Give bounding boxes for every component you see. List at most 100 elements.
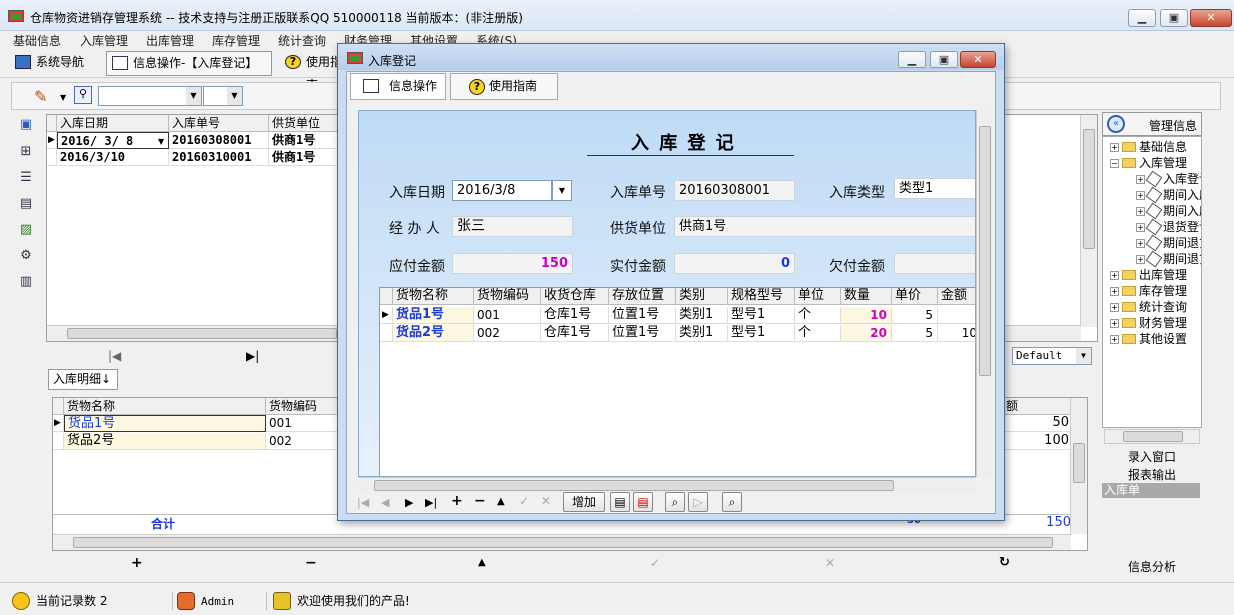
cell-position[interactable]: 位置1号 bbox=[609, 307, 676, 324]
print-icon[interactable]: ▤ bbox=[610, 492, 630, 512]
tree-item-inventory[interactable]: + 库存管理 bbox=[1110, 282, 1187, 299]
chevron-down-icon[interactable]: ▼ bbox=[60, 93, 66, 102]
check-icon[interactable]: ✓ bbox=[650, 556, 660, 570]
tree-item-outbound[interactable]: + 出库管理 bbox=[1110, 266, 1187, 283]
search-doc-icon[interactable]: ⚙ bbox=[17, 248, 35, 264]
cell-category[interactable]: 类别1 bbox=[676, 307, 728, 324]
cell-spec[interactable]: 型号1 bbox=[728, 325, 795, 342]
tree-item-period-inbound-2[interactable]: + 期间入库 bbox=[1136, 202, 1201, 220]
tree-item-basic-info[interactable]: + 基础信息 bbox=[1110, 138, 1187, 155]
col-header-supplier[interactable]: 供货单位 bbox=[269, 115, 339, 132]
report-output-button[interactable]: 报表输出 bbox=[1102, 467, 1202, 484]
col-header-category[interactable]: 类别 bbox=[676, 288, 728, 305]
cell-date[interactable]: 2016/3/10 bbox=[57, 149, 169, 166]
expand-icon[interactable]: + bbox=[1136, 239, 1145, 248]
paid-field[interactable]: 0 bbox=[674, 253, 795, 274]
inbound-date-field[interactable]: 2016/3/8 bbox=[452, 180, 552, 201]
menu-inventory[interactable]: 库存管理 bbox=[212, 32, 260, 49]
trash-icon[interactable]: ▥ bbox=[17, 274, 35, 290]
move-up-icon[interactable]: ▲ bbox=[478, 557, 486, 568]
last-record-icon[interactable]: ▶| bbox=[425, 496, 437, 509]
col-header-unit[interactable]: 单位 bbox=[795, 288, 841, 305]
expand-icon[interactable]: + bbox=[1136, 191, 1145, 200]
supplier-field[interactable]: 供商1号 bbox=[674, 216, 975, 237]
expand-icon[interactable]: + bbox=[1110, 319, 1119, 328]
dialog-close-button[interactable]: ✕ bbox=[960, 51, 996, 68]
col-header-no[interactable]: 入库单号 bbox=[169, 115, 269, 132]
prior-record-icon[interactable]: ◀ bbox=[381, 496, 389, 509]
tab-info-operation[interactable]: 信息操作-【入库登记】 bbox=[106, 51, 272, 76]
col-header-goods-code[interactable]: 货物编码 bbox=[266, 398, 346, 415]
print-preview-icon[interactable]: ▤ bbox=[633, 492, 653, 512]
tab-inbound-detail[interactable]: 入库明细↓ bbox=[48, 369, 118, 390]
cell-amount[interactable] bbox=[938, 307, 975, 324]
tree-item-return-register[interactable]: + 退货登记 bbox=[1136, 218, 1201, 236]
monitor-icon[interactable]: ▣ bbox=[17, 117, 35, 133]
maximize-button[interactable]: ▣ bbox=[1160, 9, 1188, 27]
move-up-icon[interactable]: ▲ bbox=[497, 496, 505, 507]
tree-icon[interactable]: ⊞ bbox=[17, 144, 35, 160]
owed-field[interactable] bbox=[894, 253, 975, 274]
field-select[interactable]: ▼ bbox=[98, 86, 202, 106]
col-header-date[interactable]: 入库日期 bbox=[57, 115, 169, 132]
document-icon[interactable]: ▤ bbox=[17, 196, 35, 212]
col-header-spec[interactable]: 规格型号 bbox=[728, 288, 795, 305]
cell-amount[interactable]: 50 bbox=[1003, 415, 1073, 432]
search-icon[interactable]: ⌕ bbox=[722, 492, 742, 512]
cell-no[interactable]: 20160308001 bbox=[169, 132, 269, 149]
first-record-icon[interactable]: |◀ bbox=[357, 496, 369, 509]
col-header-goods-code[interactable]: 货物编码 bbox=[474, 288, 541, 305]
cell-goods-code[interactable]: 002 bbox=[474, 325, 541, 342]
last-record-icon[interactable]: ▶| bbox=[246, 349, 259, 363]
cell-position[interactable]: 位置1号 bbox=[609, 325, 676, 342]
cell-date[interactable]: 2016/ 3/ 8 bbox=[57, 132, 169, 149]
zoom-icon[interactable]: ⌕ bbox=[665, 492, 685, 512]
form-hscroll[interactable] bbox=[358, 477, 976, 493]
search-icon[interactable]: ⚲ bbox=[74, 86, 92, 104]
cell-warehouse[interactable]: 仓库1号 bbox=[541, 325, 609, 342]
cell-qty[interactable]: 10 bbox=[841, 307, 892, 324]
expand-icon[interactable]: + bbox=[1136, 207, 1145, 216]
first-record-icon[interactable]: |◀ bbox=[108, 349, 121, 363]
date-picker-button[interactable]: ▼ bbox=[552, 180, 572, 201]
operator-select[interactable]: ▼ bbox=[203, 86, 243, 106]
tree-item-period-return-2[interactable]: + 期间退货 bbox=[1136, 250, 1201, 268]
col-header-warehouse[interactable]: 收货仓库 bbox=[541, 288, 609, 305]
expand-icon[interactable]: + bbox=[1110, 303, 1119, 312]
detail-hscroll[interactable] bbox=[53, 534, 1071, 550]
collapse-icon[interactable]: − bbox=[1110, 159, 1119, 168]
col-header-goods-name[interactable]: 货物名称 bbox=[393, 288, 474, 305]
menu-stats[interactable]: 统计查询 bbox=[278, 32, 326, 49]
cell-supplier[interactable]: 供商1号 bbox=[269, 132, 339, 149]
next-record-icon[interactable]: ▶ bbox=[405, 496, 413, 509]
cell-amount[interactable]: 100 bbox=[1003, 433, 1073, 450]
cell-warehouse[interactable]: 仓库1号 bbox=[541, 307, 609, 324]
expand-icon[interactable]: + bbox=[1136, 175, 1145, 184]
entry-window-button[interactable]: 录入窗口 bbox=[1102, 449, 1202, 467]
tree-item-inbound-register[interactable]: + 入库登记 bbox=[1136, 170, 1201, 188]
expand-icon[interactable]: + bbox=[1110, 143, 1119, 152]
cell-category[interactable]: 类别1 bbox=[676, 325, 728, 342]
expand-icon[interactable]: + bbox=[1110, 271, 1119, 280]
col-header-position[interactable]: 存放位置 bbox=[609, 288, 676, 305]
chart-icon[interactable]: ▨ bbox=[17, 222, 35, 238]
play-icon[interactable]: ▷ bbox=[688, 492, 708, 512]
tree-item-other-settings[interactable]: + 其他设置 bbox=[1110, 330, 1187, 347]
menu-inbound[interactable]: 入库管理 bbox=[80, 32, 128, 49]
minimize-button[interactable]: ▁ bbox=[1128, 9, 1156, 27]
cell-price[interactable]: 5 bbox=[892, 307, 938, 324]
refresh-icon[interactable]: ↻ bbox=[999, 555, 1010, 570]
expand-icon[interactable]: + bbox=[1136, 255, 1145, 264]
selected-report-item[interactable]: 入库单 bbox=[1102, 483, 1200, 498]
dialog-minimize-button[interactable]: ▁ bbox=[898, 51, 926, 68]
col-header-amount[interactable]: 额 bbox=[1003, 398, 1073, 415]
tab-system-nav[interactable]: 系统导航 bbox=[10, 51, 98, 76]
detail-vscroll[interactable] bbox=[1070, 398, 1087, 534]
col-header-amount[interactable]: 金额 bbox=[938, 288, 975, 305]
cell-goods-code[interactable]: 001 bbox=[474, 307, 541, 324]
tree-item-inbound[interactable]: − 入库管理 bbox=[1110, 154, 1187, 171]
menu-outbound[interactable]: 出库管理 bbox=[146, 32, 194, 49]
cell-goods-name[interactable]: 货品2号 bbox=[64, 433, 266, 450]
menu-basic-info[interactable]: 基础信息 bbox=[13, 32, 61, 49]
cancel-icon[interactable]: ✕ bbox=[541, 494, 551, 508]
